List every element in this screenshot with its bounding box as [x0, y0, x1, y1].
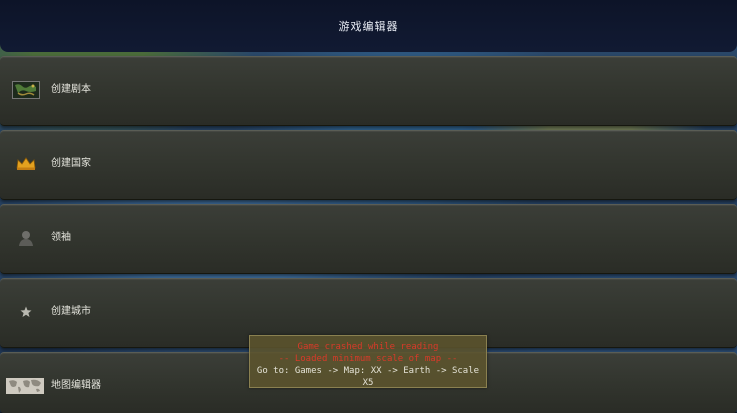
leader-bust-icon	[12, 229, 40, 247]
menu-item-label: 创建剧本	[51, 84, 91, 95]
menu-item-label: 创建国家	[51, 158, 91, 169]
world-map-icon	[6, 377, 44, 395]
toast-line-loaded: -- Loaded minimum scale of map --	[278, 354, 458, 364]
crown-icon	[12, 155, 40, 173]
menu-item-label: 领袖	[51, 232, 71, 243]
toast-line-error: Game crashed while reading	[297, 342, 439, 352]
toast-line-instructions: Go to: Games -> Map: XX -> Earth -> Scal…	[256, 366, 480, 388]
menu-item-label: 地图编辑器	[51, 380, 101, 391]
menu-item-create-country[interactable]: 创建国家	[0, 130, 737, 200]
menu-item-create-scenario[interactable]: 创建剧本	[0, 56, 737, 126]
error-toast: Game crashed while reading -- Loaded min…	[249, 335, 487, 388]
map-thumbnail-icon	[12, 81, 40, 99]
menu-item-label: 创建城市	[51, 306, 91, 317]
editor-header: 游戏编辑器	[0, 0, 737, 52]
city-star-icon	[12, 303, 40, 321]
menu-item-leaders[interactable]: 领袖	[0, 204, 737, 274]
page-title: 游戏编辑器	[338, 20, 399, 33]
